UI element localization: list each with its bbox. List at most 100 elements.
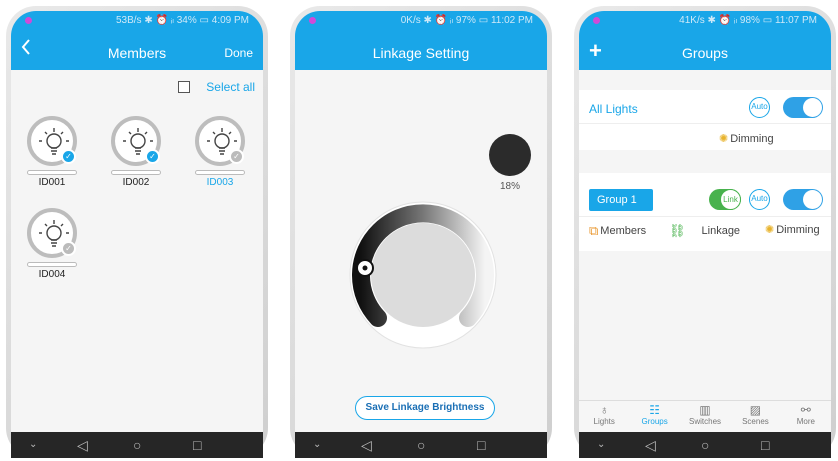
status-bar: 53B/s ✱ ⏰ ᵢₗ 34% ▭ 4:09 PM bbox=[11, 11, 263, 31]
unchecked-icon: ✓ bbox=[61, 241, 76, 256]
home-circle-icon[interactable]: ○ bbox=[133, 437, 141, 453]
android-nav-bar: ⌄ ◁ ○ □ bbox=[579, 432, 831, 458]
group1-label[interactable]: Group 1 bbox=[589, 189, 653, 211]
brightness-bar bbox=[195, 170, 245, 175]
page-title: Groups bbox=[682, 45, 728, 61]
chevron-down-icon[interactable]: ⌄ bbox=[29, 437, 37, 453]
member-name: ID004 bbox=[38, 269, 66, 280]
back-triangle-icon[interactable]: ◁ bbox=[361, 437, 372, 453]
member-id002[interactable]: ✓ ID002 bbox=[109, 116, 163, 188]
brightness-preview-dot bbox=[489, 134, 531, 176]
notification-dot-icon bbox=[25, 17, 32, 24]
member-name: ID002 bbox=[122, 177, 150, 188]
tab-label: Scenes bbox=[742, 417, 769, 426]
bulb-icon-wrap: ✓ bbox=[111, 116, 161, 166]
members-topbar: 53B/s ✱ ⏰ ᵢₗ 34% ▭ 4:09 PM Members Done bbox=[11, 11, 263, 70]
brightness-percent: 18% bbox=[499, 181, 520, 192]
member-id004[interactable]: ✓ ID004 bbox=[25, 208, 79, 280]
scene-icon: ▨ bbox=[749, 403, 762, 417]
tab-label: Switches bbox=[689, 417, 722, 426]
back-triangle-icon[interactable]: ◁ bbox=[645, 437, 656, 453]
status-text: 53B/s ✱ ⏰ ᵢₗ 34% ▭ 4:09 PM bbox=[115, 15, 249, 26]
select-all-label: Select all bbox=[206, 80, 255, 94]
link-icon: ⛓ bbox=[669, 223, 686, 238]
bulb-icon: ♁ bbox=[599, 403, 609, 417]
group1-dimming-button[interactable]: ✺ Dimming bbox=[765, 223, 820, 237]
link-label: Link bbox=[720, 189, 741, 210]
home-circle-icon[interactable]: ○ bbox=[417, 437, 425, 453]
tab-more[interactable]: ⚯ More bbox=[781, 401, 831, 432]
tab-label: More bbox=[796, 417, 815, 426]
divider bbox=[579, 123, 831, 124]
dimming-bulb-icon: ✺ bbox=[719, 133, 729, 145]
checked-icon: ✓ bbox=[145, 149, 160, 164]
divider bbox=[579, 216, 831, 217]
members-screen: 53B/s ✱ ⏰ ᵢₗ 34% ▭ 4:09 PM Members Done … bbox=[11, 11, 263, 458]
linkage-topbar: 0K/s ✱ ⏰ ᵢₗ 97% ▭ 11:02 PM Linkage Setti… bbox=[295, 11, 547, 70]
switch-icon: ▥ bbox=[699, 403, 711, 417]
member-name: ID003 bbox=[206, 177, 234, 188]
brightness-ring[interactable] bbox=[348, 200, 498, 350]
share-icon: ⚯ bbox=[800, 403, 811, 417]
select-all-checkbox[interactable] bbox=[178, 81, 191, 93]
link-toggle[interactable]: Link bbox=[709, 189, 741, 210]
tab-label: Groups bbox=[641, 417, 668, 426]
brightness-dial[interactable] bbox=[348, 200, 498, 350]
tab-switches[interactable]: ▥ Switches bbox=[680, 401, 730, 432]
auto-button[interactable]: Auto bbox=[749, 97, 770, 118]
groups-screen: 41K/s ✱ ⏰ ᵢₗ 98% ▭ 11:07 PM + Groups All… bbox=[579, 11, 831, 458]
status-bar: 0K/s ✱ ⏰ ᵢₗ 97% ▭ 11:02 PM bbox=[295, 11, 547, 31]
bulb-icon-wrap: ✓ bbox=[27, 208, 77, 258]
dimming-bulb-icon: ✺ bbox=[765, 224, 775, 236]
checked-icon: ✓ bbox=[61, 149, 76, 164]
member-id001[interactable]: ✓ ID001 bbox=[25, 116, 79, 188]
tab-groups[interactable]: ☷ Groups bbox=[629, 401, 679, 432]
members-button[interactable]: ⧉ Members bbox=[589, 223, 646, 239]
bulb-icon-wrap: ✓ bbox=[27, 116, 77, 166]
android-nav-bar: ⌄ ◁ ○ □ bbox=[295, 432, 547, 458]
member-id003[interactable]: ✓ ID003 bbox=[193, 116, 247, 188]
group1-panel bbox=[579, 173, 831, 251]
notification-dot-icon bbox=[593, 17, 600, 24]
linkage-screen: 0K/s ✱ ⏰ ᵢₗ 97% ▭ 11:02 PM Linkage Setti… bbox=[295, 11, 547, 458]
android-nav-bar: ⌄ ◁ ○ □ bbox=[11, 432, 263, 458]
status-text: 41K/s ✱ ⏰ ᵢₗ 98% ▭ 11:07 PM bbox=[679, 15, 817, 26]
unchecked-icon: ✓ bbox=[229, 149, 244, 164]
chevron-down-icon[interactable]: ⌄ bbox=[313, 437, 321, 453]
done-button[interactable]: Done bbox=[224, 46, 253, 60]
tab-label: Lights bbox=[593, 417, 615, 426]
status-bar: 41K/s ✱ ⏰ ᵢₗ 98% ▭ 11:07 PM bbox=[579, 11, 831, 31]
recents-square-icon[interactable]: □ bbox=[193, 437, 201, 453]
all-lights-toggle[interactable] bbox=[783, 97, 823, 118]
tab-lights[interactable]: ♁ Lights bbox=[579, 401, 629, 432]
phone-members: 53B/s ✱ ⏰ ᵢₗ 34% ▭ 4:09 PM Members Done … bbox=[6, 6, 268, 458]
chevron-down-icon[interactable]: ⌄ bbox=[597, 437, 605, 453]
linkage-label: Linkage bbox=[701, 225, 741, 237]
phone-linkage: 0K/s ✱ ⏰ ᵢₗ 97% ▭ 11:02 PM Linkage Setti… bbox=[290, 6, 552, 458]
bottom-tab-bar: ♁ Lights ☷ Groups ▥ Switches ▨ Scenes ⚯ More bbox=[579, 400, 831, 432]
phone-groups: 41K/s ✱ ⏰ ᵢₗ 98% ▭ 11:07 PM + Groups All… bbox=[574, 6, 836, 458]
brightness-bar bbox=[27, 262, 77, 267]
home-circle-icon[interactable]: ○ bbox=[701, 437, 709, 453]
tab-scenes[interactable]: ▨ Scenes bbox=[730, 401, 780, 432]
brightness-bar bbox=[111, 170, 161, 175]
all-lights-panel: All Lights Auto ✺ Dimming bbox=[579, 90, 831, 150]
linkage-button[interactable]: ⛓ Linkage bbox=[669, 223, 740, 239]
save-linkage-brightness-button[interactable]: Save Linkage Brightness bbox=[355, 396, 495, 420]
group1-toggle[interactable] bbox=[783, 189, 823, 210]
all-lights-dimming-button[interactable]: ✺ Dimming bbox=[719, 132, 774, 146]
recents-square-icon[interactable]: □ bbox=[477, 437, 485, 453]
toggle-knob bbox=[803, 190, 822, 209]
member-name: ID001 bbox=[38, 177, 66, 188]
recents-square-icon[interactable]: □ bbox=[761, 437, 769, 453]
members-icon: ⧉ bbox=[589, 223, 599, 238]
status-text: 0K/s ✱ ⏰ ᵢₗ 97% ▭ 11:02 PM bbox=[400, 15, 533, 26]
dimming-label: Dimming bbox=[730, 132, 774, 145]
group1-auto-button[interactable]: Auto bbox=[749, 189, 770, 210]
all-lights-label: All Lights bbox=[589, 102, 638, 116]
members-label: Members bbox=[600, 225, 647, 237]
back-triangle-icon[interactable]: ◁ bbox=[77, 437, 88, 453]
groups-topbar: 41K/s ✱ ⏰ ᵢₗ 98% ▭ 11:07 PM + Groups bbox=[579, 11, 831, 70]
select-all-control[interactable]: Select all bbox=[178, 80, 255, 94]
brightness-bar bbox=[27, 170, 77, 175]
